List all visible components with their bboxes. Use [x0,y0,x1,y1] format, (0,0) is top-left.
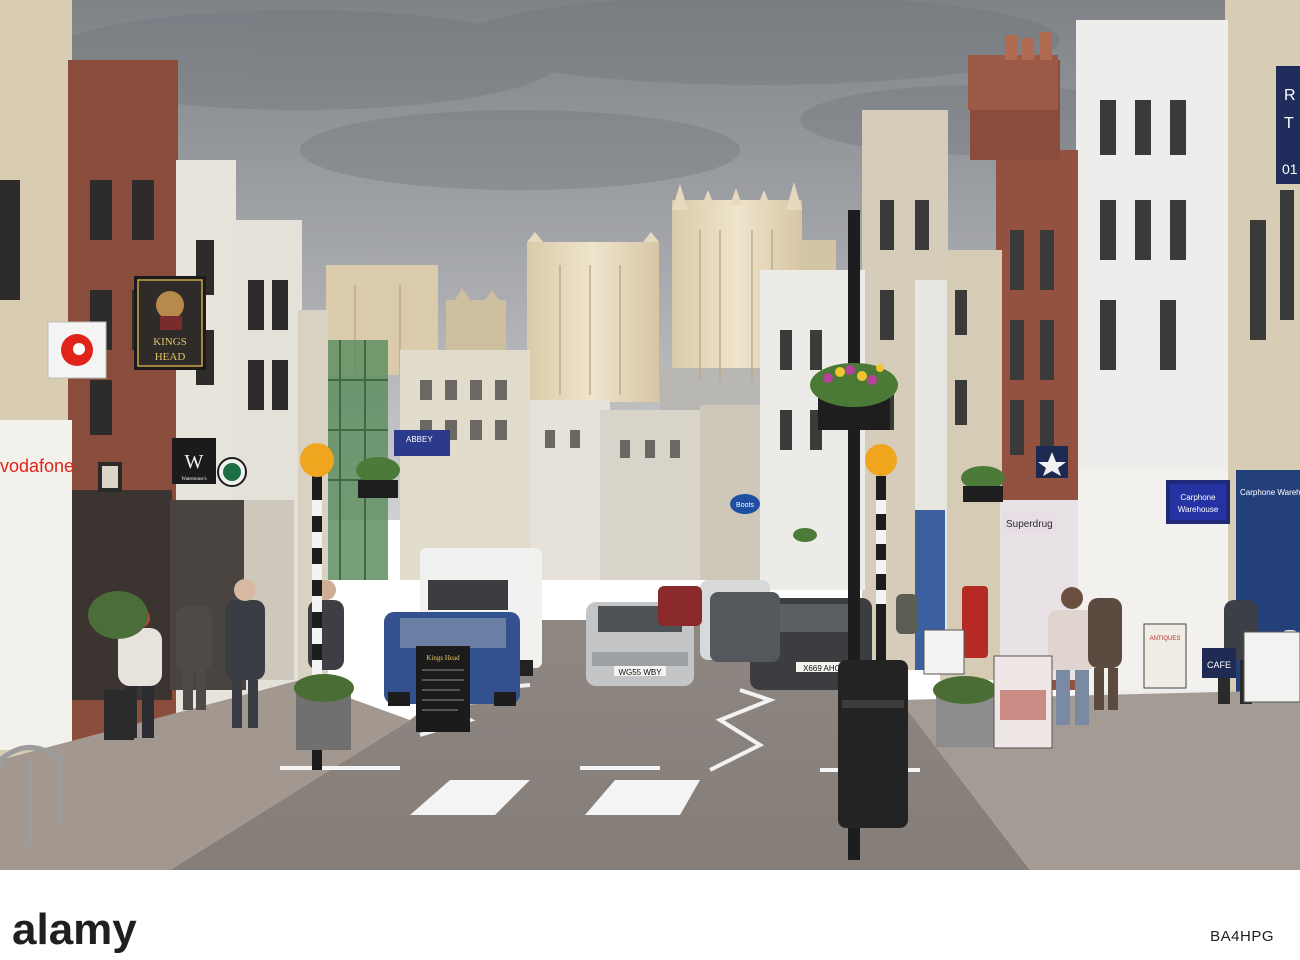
antiques-board-text: ANTIQUES [1150,636,1181,642]
bin [838,660,908,828]
pub-sign-line2: HEAD [155,351,186,363]
superdrug-sign-text: Superdrug [1006,519,1053,530]
top-right-sign-line1: R [1284,87,1296,104]
boots-sign: Boots [730,494,760,514]
pub-sign-line1: KINGS [153,336,187,348]
antiques-board: ANTIQUES [1143,623,1187,689]
a-board-right [993,655,1053,749]
dorothy-perkins-sign [1036,446,1068,478]
superdrug-sign: Superdrug [1002,512,1056,534]
a-board-far-right [1243,631,1300,703]
abbey-sign-text: ABBEY [406,435,433,444]
a-board-right-2 [923,629,965,675]
vodafone-fascia: vodafone [0,456,74,476]
post-box [962,586,988,658]
svg-text:alamy: alamy [12,905,137,954]
abbey-sign: ABBEY [394,430,450,456]
top-right-sign: R T 01 [1276,66,1300,184]
waterstones-sign: W Waterstone's [172,438,216,484]
silver-car-plate: WG55 WBY [618,668,662,677]
carphone-fascia: Carphone Warehouse [1240,488,1300,497]
top-right-sign-line3: 01 [1282,161,1298,177]
menu-board-title: Kings Head [426,654,460,662]
pub-menu-board: Kings Head [416,646,470,732]
planter-left [294,674,354,750]
lanterns [98,462,122,492]
boots-sign-text: Boots [736,502,754,509]
starbucks-sign [217,457,247,487]
alamy-logo: alamy [12,905,137,954]
cafe-sign: CAFE [1202,648,1236,678]
carphone-sign-line1: Carphone [1180,493,1216,502]
carphone-sign-line2: Warehouse [1178,505,1219,514]
dark-car-plate: X669 AHO [803,664,841,673]
planter-right [933,676,997,747]
top-right-sign-line2: T [1284,115,1294,132]
image-id: BA4HPG [1210,928,1274,945]
waterstones-letter: W [185,451,204,473]
kings-head-pub-sign: KINGS HEAD [134,276,206,370]
waterstones-name: Waterstone's [181,477,206,482]
cafe-sign-text: CAFE [1207,660,1231,670]
street-scene-photo: WG55 WBY X669 AHO KINGS HEAD vodafone W … [0,0,1300,870]
